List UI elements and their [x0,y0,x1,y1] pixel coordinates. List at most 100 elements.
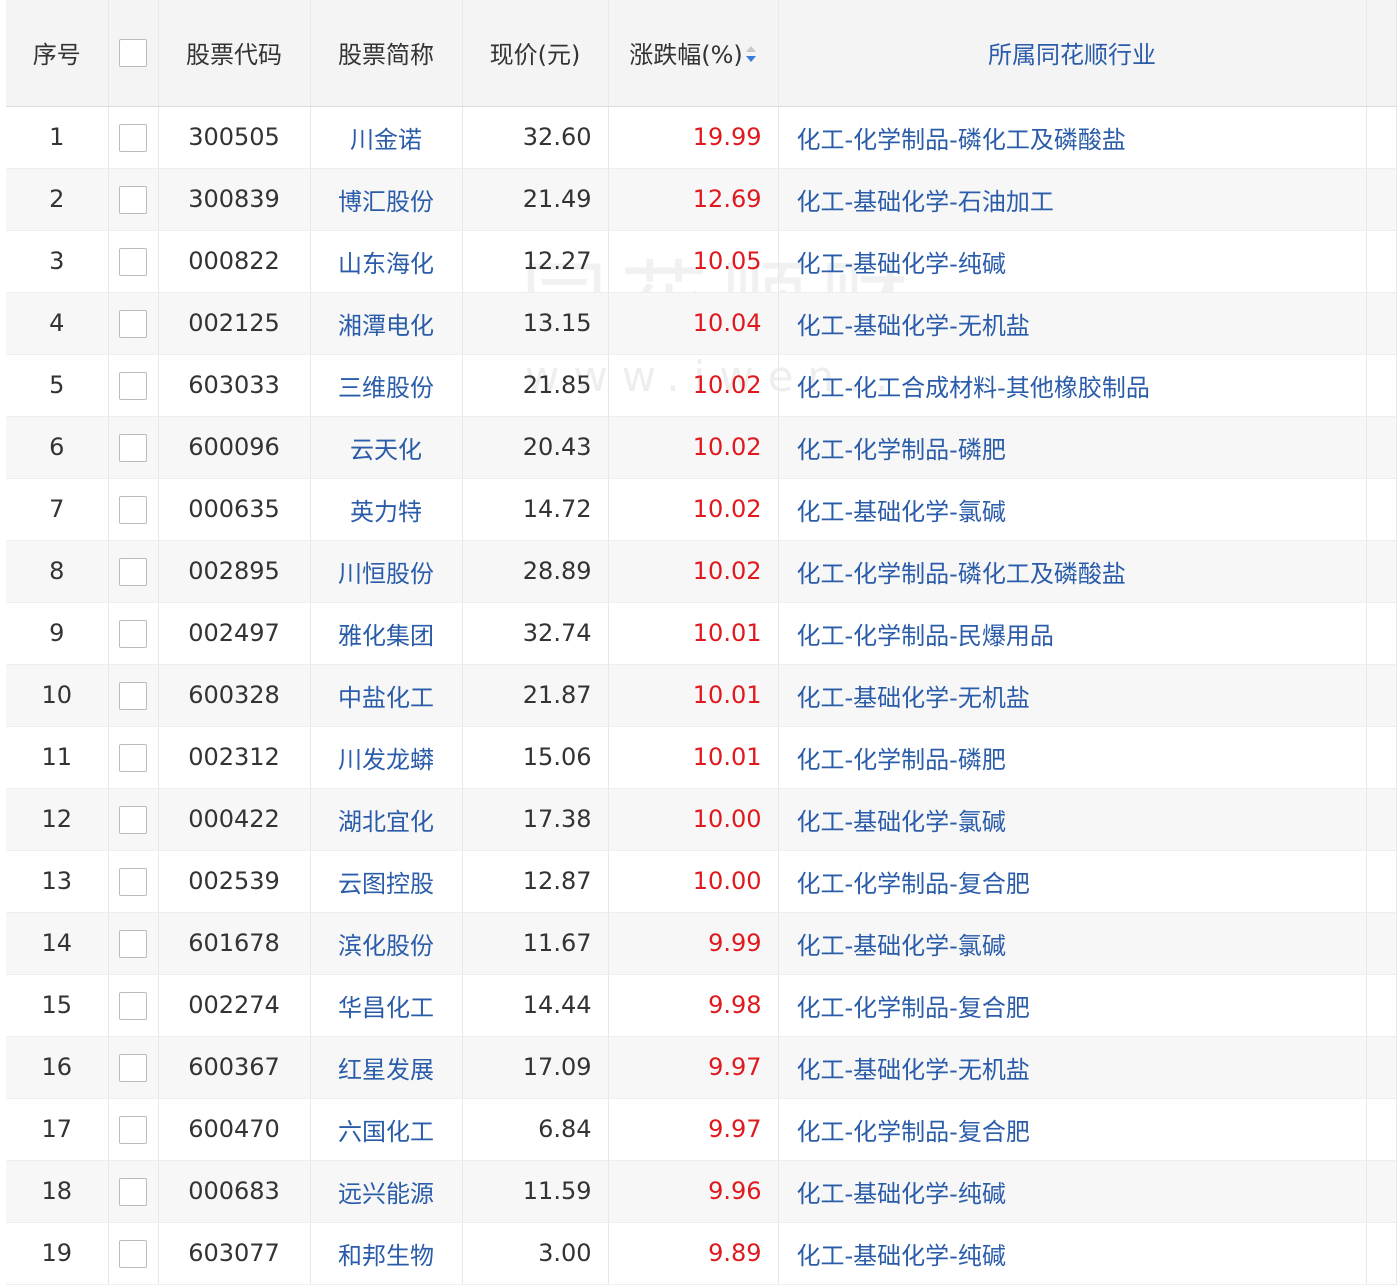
row-industry-link[interactable]: 化工-化学制品-磷肥 [778,416,1367,479]
row-checkbox[interactable] [119,1177,147,1206]
row-industry-link[interactable]: 化工-化学制品-磷肥 [778,726,1367,789]
header-price[interactable]: 现价(元) [462,0,609,107]
row-checkbox[interactable] [119,991,147,1020]
row-name-link[interactable]: 湘潭电化 [310,292,463,355]
row-select[interactable] [108,1160,159,1223]
table-row[interactable]: 3 000822 山东海化 12.27 10.05 化工-基础化学-纯碱 [6,230,1397,293]
row-checkbox[interactable] [119,867,147,896]
header-industry[interactable]: 所属同花顺行业 [778,0,1367,107]
row-checkbox[interactable] [119,1115,147,1144]
row-checkbox[interactable] [119,929,147,958]
table-row[interactable]: 8 002895 川恒股份 28.89 10.02 化工-化学制品-磷化工及磷酸盐 [6,540,1397,603]
row-name-link[interactable]: 川金诺 [310,106,463,169]
row-name-link[interactable]: 川发龙蟒 [310,726,463,789]
table-row[interactable]: 7 000635 英力特 14.72 10.02 化工-基础化学-氯碱 [6,478,1397,541]
row-checkbox[interactable] [119,495,147,524]
row-industry-link[interactable]: 化工-基础化学-氯碱 [778,788,1367,851]
row-name-link[interactable]: 云天化 [310,416,463,479]
row-name-link[interactable]: 博汇股份 [310,168,463,231]
row-name-link[interactable]: 和邦生物 [310,1222,463,1285]
row-industry-link[interactable]: 化工-基础化学-无机盐 [778,664,1367,727]
row-industry-link[interactable]: 化工-基础化学-纯碱 [778,230,1367,293]
row-industry-link[interactable]: 化工-化学制品-磷化工及磷酸盐 [778,540,1367,603]
row-checkbox[interactable] [119,619,147,648]
row-industry-link[interactable]: 化工-化学制品-复合肥 [778,974,1367,1037]
row-select[interactable] [108,602,159,665]
table-row[interactable]: 11 002312 川发龙蟒 15.06 10.01 化工-化学制品-磷肥 [6,726,1397,789]
row-select[interactable] [108,478,159,541]
row-checkbox[interactable] [119,247,147,276]
row-select[interactable] [108,850,159,913]
table-row[interactable]: 16 600367 红星发展 17.09 9.97 化工-基础化学-无机盐 [6,1036,1397,1099]
header-index[interactable]: 序号 [6,0,109,107]
row-name-link[interactable]: 云图控股 [310,850,463,913]
row-checkbox[interactable] [119,123,147,152]
row-name-link[interactable]: 英力特 [310,478,463,541]
row-select[interactable] [108,540,159,603]
table-row[interactable]: 12 000422 湖北宜化 17.38 10.00 化工-基础化学-氯碱 [6,788,1397,851]
row-industry-link[interactable]: 化工-化学制品-复合肥 [778,1098,1367,1161]
row-checkbox[interactable] [119,681,147,710]
row-select[interactable] [108,168,159,231]
row-industry-link[interactable]: 化工-化工合成材料-其他橡胶制品 [778,354,1367,417]
row-select[interactable] [108,788,159,851]
table-row[interactable]: 2 300839 博汇股份 21.49 12.69 化工-基础化学-石油加工 [6,168,1397,231]
header-select-all[interactable] [108,0,159,107]
table-row[interactable]: 17 600470 六国化工 6.84 9.97 化工-化学制品-复合肥 [6,1098,1397,1161]
header-name[interactable]: 股票简称 [310,0,463,107]
row-name-link[interactable]: 六国化工 [310,1098,463,1161]
row-select[interactable] [108,974,159,1037]
row-name-link[interactable]: 川恒股份 [310,540,463,603]
sort-arrows-icon[interactable] [745,42,757,70]
row-checkbox[interactable] [119,1053,147,1082]
row-checkbox[interactable] [119,805,147,834]
row-checkbox[interactable] [119,371,147,400]
row-industry-link[interactable]: 化工-基础化学-纯碱 [778,1160,1367,1223]
table-row[interactable]: 15 002274 华昌化工 14.44 9.98 化工-化学制品-复合肥 [6,974,1397,1037]
row-name-link[interactable]: 滨化股份 [310,912,463,975]
row-industry-link[interactable]: 化工-基础化学-石油加工 [778,168,1367,231]
row-checkbox[interactable] [119,309,147,338]
row-select[interactable] [108,106,159,169]
row-select[interactable] [108,230,159,293]
table-row[interactable]: 1 300505 川金诺 32.60 19.99 化工-化学制品-磷化工及磷酸盐 [6,106,1397,169]
row-name-link[interactable]: 山东海化 [310,230,463,293]
row-select[interactable] [108,912,159,975]
table-row[interactable]: 6 600096 云天化 20.43 10.02 化工-化学制品-磷肥 [6,416,1397,479]
row-checkbox[interactable] [119,557,147,586]
table-row[interactable]: 10 600328 中盐化工 21.87 10.01 化工-基础化学-无机盐 [6,664,1397,727]
row-select[interactable] [108,416,159,479]
row-industry-link[interactable]: 化工-化学制品-复合肥 [778,850,1367,913]
row-name-link[interactable]: 雅化集团 [310,602,463,665]
row-name-link[interactable]: 华昌化工 [310,974,463,1037]
row-select[interactable] [108,354,159,417]
row-select[interactable] [108,1098,159,1161]
table-row[interactable]: 14 601678 滨化股份 11.67 9.99 化工-基础化学-氯碱 [6,912,1397,975]
row-select[interactable] [108,664,159,727]
row-checkbox[interactable] [119,433,147,462]
row-industry-link[interactable]: 化工-基础化学-无机盐 [778,292,1367,355]
header-change[interactable]: 涨跌幅(%) [608,0,779,107]
row-industry-link[interactable]: 化工-基础化学-氯碱 [778,912,1367,975]
table-row[interactable]: 9 002497 雅化集团 32.74 10.01 化工-化学制品-民爆用品 [6,602,1397,665]
row-industry-link[interactable]: 化工-化学制品-民爆用品 [778,602,1367,665]
row-checkbox[interactable] [119,743,147,772]
table-row[interactable]: 18 000683 远兴能源 11.59 9.96 化工-基础化学-纯碱 [6,1160,1397,1223]
row-select[interactable] [108,726,159,789]
row-checkbox[interactable] [119,185,147,214]
row-name-link[interactable]: 远兴能源 [310,1160,463,1223]
row-select[interactable] [108,1036,159,1099]
row-name-link[interactable]: 湖北宜化 [310,788,463,851]
row-industry-link[interactable]: 化工-基础化学-纯碱 [778,1222,1367,1285]
row-select[interactable] [108,1222,159,1285]
row-select[interactable] [108,292,159,355]
table-row[interactable]: 13 002539 云图控股 12.87 10.00 化工-化学制品-复合肥 [6,850,1397,913]
row-industry-link[interactable]: 化工-基础化学-无机盐 [778,1036,1367,1099]
row-checkbox[interactable] [119,1239,147,1268]
select-all-checkbox[interactable] [119,39,147,68]
row-industry-link[interactable]: 化工-化学制品-磷化工及磷酸盐 [778,106,1367,169]
row-name-link[interactable]: 三维股份 [310,354,463,417]
table-row[interactable]: 5 603033 三维股份 21.85 10.02 化工-化工合成材料-其他橡胶制品 [6,354,1397,417]
row-industry-link[interactable]: 化工-基础化学-氯碱 [778,478,1367,541]
row-name-link[interactable]: 中盐化工 [310,664,463,727]
